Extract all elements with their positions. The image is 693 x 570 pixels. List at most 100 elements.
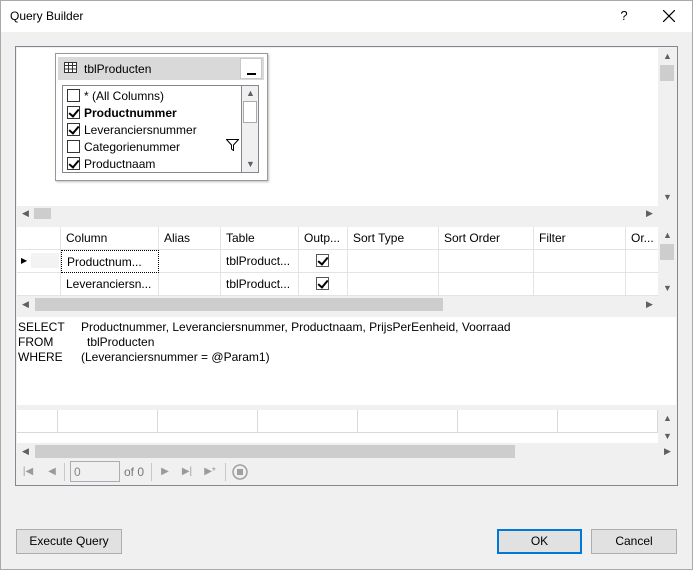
scroll-left-icon[interactable]: ◀	[22, 209, 29, 218]
grid-cell-or[interactable]	[626, 273, 658, 296]
output-checkbox[interactable]	[316, 277, 329, 290]
scroll-thumb[interactable]	[35, 298, 443, 311]
scroll-up-icon[interactable]: ▲	[246, 89, 255, 98]
next-record-icon[interactable]: ▶	[157, 464, 173, 480]
scroll-right-icon[interactable]: ▶	[646, 209, 653, 218]
ok-button[interactable]: OK	[497, 529, 582, 554]
grid-header-alias[interactable]: Alias	[159, 227, 221, 250]
scroll-thumb[interactable]	[660, 65, 674, 81]
scroll-right-icon[interactable]: ▶	[646, 300, 653, 309]
grid-cell-or[interactable]	[626, 250, 658, 273]
grid-header-or[interactable]: Or...	[626, 227, 658, 250]
cancel-button[interactable]: Cancel	[591, 529, 677, 554]
checkbox[interactable]	[67, 157, 80, 170]
grid-header-sort-type[interactable]: Sort Type	[348, 227, 439, 250]
scroll-left-icon[interactable]: ◀	[22, 447, 29, 456]
scroll-down-icon[interactable]: ▼	[663, 284, 672, 293]
scroll-thumb[interactable]	[35, 445, 515, 458]
scroll-right-icon[interactable]: ▶	[664, 447, 671, 456]
column-label: Productnummer	[84, 105, 177, 120]
sql-text: (Leveranciersnummer = @Param1)	[81, 350, 270, 364]
separator	[151, 463, 152, 481]
stop-icon[interactable]	[232, 464, 248, 480]
grid-cell-sort-type[interactable]	[348, 273, 439, 296]
scroll-thumb[interactable]	[34, 208, 51, 219]
grid-cell-filter[interactable]	[534, 273, 626, 296]
results-cell[interactable]	[358, 410, 458, 432]
diagram-vertical-scrollbar[interactable]: ▲ ▼	[658, 48, 676, 206]
scroll-left-icon[interactable]: ◀	[22, 300, 29, 309]
results-grid[interactable]	[17, 410, 658, 433]
results-cell[interactable]	[58, 410, 158, 432]
checkbox[interactable]	[67, 106, 80, 119]
minimize-icon[interactable]	[240, 58, 262, 79]
checkbox[interactable]	[67, 123, 80, 136]
results-cell[interactable]	[158, 410, 258, 432]
diagram-horizontal-scrollbar[interactable]: ◀ ▶	[17, 206, 658, 221]
scroll-up-icon[interactable]: ▲	[663, 52, 672, 61]
grid-cell-sort-order[interactable]	[439, 273, 534, 296]
scroll-thumb[interactable]	[660, 244, 674, 260]
grid-cell-sort-type[interactable]	[348, 250, 439, 273]
previous-record-icon[interactable]: ◀	[44, 464, 60, 480]
help-button[interactable]: ?	[612, 4, 636, 28]
column-item-categorienummer[interactable]: Categorienummer	[67, 138, 180, 155]
results-horizontal-scrollbar[interactable]: ◀ ▶	[17, 443, 676, 460]
grid-header-table[interactable]: Table	[221, 227, 299, 250]
grid-vertical-scrollbar[interactable]: ▲ ▼	[658, 227, 676, 296]
results-vertical-scrollbar[interactable]: ▲ ▼	[658, 410, 676, 443]
checkbox[interactable]	[67, 140, 80, 153]
scroll-up-icon[interactable]: ▲	[663, 231, 672, 240]
column-label: Categorienummer	[84, 139, 181, 154]
output-checkbox[interactable]	[316, 254, 329, 267]
last-record-icon[interactable]: ▶|	[179, 464, 195, 480]
window-title: Query Builder	[10, 9, 84, 23]
scroll-down-icon[interactable]: ▼	[663, 432, 672, 441]
scroll-up-icon[interactable]: ▲	[663, 414, 672, 423]
results-cell[interactable]	[258, 410, 358, 432]
grid-cell-table[interactable]: tblProduct...	[221, 250, 299, 273]
new-record-icon[interactable]: ▶*	[202, 464, 218, 480]
scroll-down-icon[interactable]: ▼	[246, 160, 255, 169]
first-record-icon[interactable]: |◀	[20, 464, 36, 480]
results-cell[interactable]	[458, 410, 558, 432]
column-item-leveranciersnummer[interactable]: Leveranciersnummer	[67, 121, 197, 138]
row-selector[interactable]: ▶	[17, 250, 61, 273]
grid-header-column[interactable]: Column	[61, 227, 159, 250]
column-item-productnaam[interactable]: Productnaam	[67, 155, 155, 172]
table-icon	[64, 62, 77, 73]
grid-header-sort-order[interactable]: Sort Order	[439, 227, 534, 250]
grid-cell-alias[interactable]	[159, 273, 221, 296]
grid-cell-sort-order[interactable]	[439, 250, 534, 273]
checkbox[interactable]	[67, 89, 80, 102]
scroll-corner	[658, 296, 676, 313]
grid-header-filter[interactable]: Filter	[534, 227, 626, 250]
sql-keyword: SELECT	[18, 320, 65, 334]
close-button[interactable]	[652, 2, 686, 30]
execute-query-button[interactable]: Execute Query	[16, 529, 122, 554]
criteria-grid[interactable]: Column Alias Table Outp... Sort Type Sor…	[17, 227, 658, 296]
close-icon	[663, 10, 675, 22]
grid-cell-output[interactable]	[299, 273, 348, 296]
grid-cell-output[interactable]	[299, 250, 348, 273]
column-list-scrollbar[interactable]: ▲ ▼	[242, 85, 259, 173]
grid-cell-filter[interactable]	[534, 250, 626, 273]
column-label: Productnaam	[84, 156, 156, 171]
scroll-thumb[interactable]	[243, 101, 257, 123]
results-row-header	[17, 410, 58, 432]
sql-pane[interactable]: SELECT Productnummer, Leveranciersnummer…	[17, 317, 676, 405]
grid-cell-column[interactable]: Leveranciersn...	[61, 273, 159, 296]
scroll-corner	[658, 206, 676, 221]
grid-header-output[interactable]: Outp...	[299, 227, 348, 250]
grid-horizontal-scrollbar[interactable]: ◀ ▶	[17, 296, 658, 313]
column-item-all[interactable]: * (All Columns)	[67, 87, 164, 104]
scroll-down-icon[interactable]: ▼	[663, 193, 672, 202]
grid-cell-table[interactable]: tblProduct...	[221, 273, 299, 296]
grid-cell-column[interactable]: Productnum...	[61, 250, 159, 273]
row-selector[interactable]	[17, 273, 61, 296]
column-list[interactable]: * (All Columns) Productnummer Leverancie…	[62, 85, 242, 173]
record-position-input[interactable]	[70, 461, 120, 482]
results-cell[interactable]	[558, 410, 658, 432]
grid-cell-alias[interactable]	[159, 250, 221, 273]
column-item-productnummer[interactable]: Productnummer	[67, 104, 177, 121]
